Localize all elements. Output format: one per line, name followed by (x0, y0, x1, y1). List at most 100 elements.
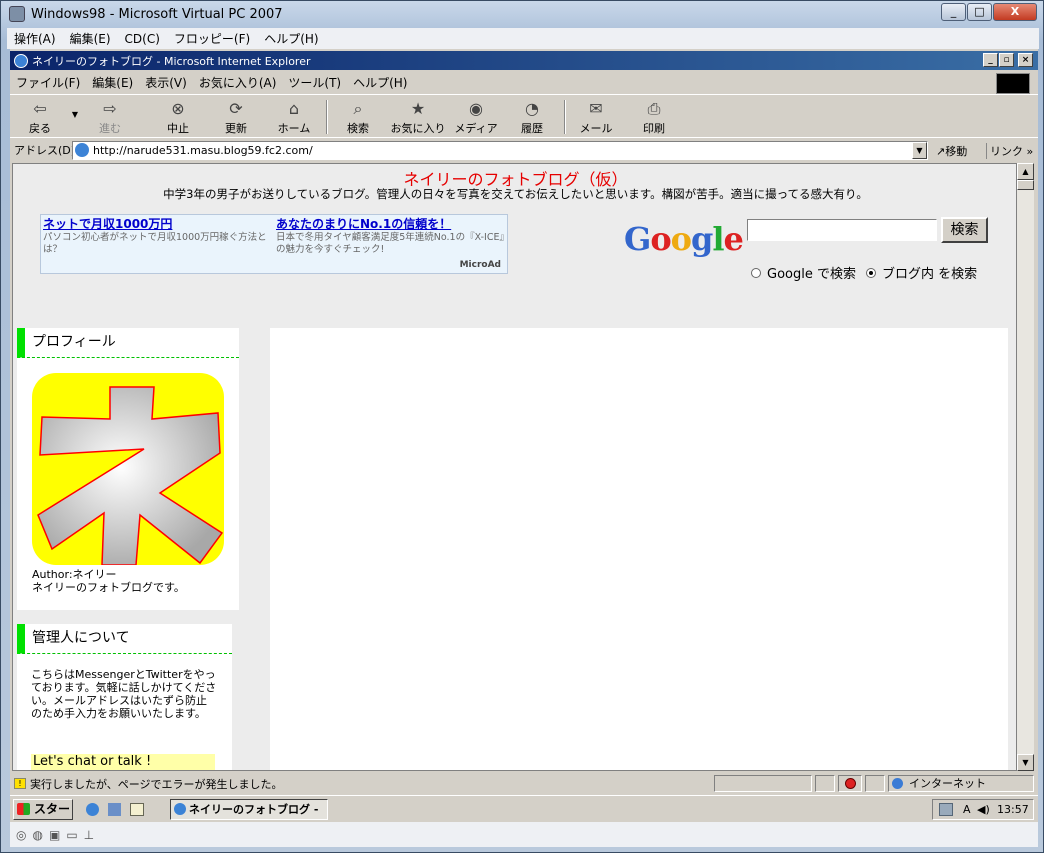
floppy-icon[interactable]: ▣ (49, 828, 60, 842)
media-label: メディア (454, 122, 498, 135)
scroll-down-button[interactable]: ▼ (1017, 754, 1034, 771)
host-menu-edit[interactable]: 編集(E) (63, 30, 118, 47)
print-label: 印刷 (643, 122, 665, 135)
host-menu-floppy[interactable]: フロッピー(F) (167, 30, 257, 47)
address-dropdown-button[interactable]: ▼ (912, 142, 927, 159)
clock[interactable]: 13:57 (997, 800, 1029, 819)
ie-close-button[interactable]: × (1018, 53, 1033, 67)
ie-menu-file[interactable]: ファイル(F) (10, 74, 86, 91)
channel-quicklaunch-icon[interactable] (130, 803, 144, 816)
ad-item[interactable]: あなたのまりにNo.1の信頼を！ 日本で冬用タイヤ顧客満足度5年連続No.1の『… (276, 215, 506, 256)
ie-menu-bar: ファイル(F) 編集(E) 表示(V) お気に入り(A) ツール(T) ヘルプ(… (10, 71, 1038, 95)
network-icon[interactable] (939, 803, 953, 816)
refresh-label: 更新 (225, 122, 247, 135)
security-zone: インターネット (888, 775, 1034, 792)
refresh-icon: ⟳ (229, 99, 243, 118)
home-button[interactable]: ⌂ ホーム (266, 98, 322, 136)
main-article-area (270, 328, 1008, 770)
search-button[interactable]: ⌕ 検索 (330, 98, 386, 136)
disk-icon[interactable]: ◍ (32, 828, 42, 842)
back-dropdown[interactable]: ▼ (68, 98, 82, 136)
radio-google[interactable] (751, 267, 761, 278)
refresh-button[interactable]: ⟳ 更新 (208, 98, 264, 136)
ad-title[interactable]: ネットで月収1000万円 (43, 215, 271, 232)
status-pane (815, 775, 835, 792)
status-pane (865, 775, 885, 792)
ie-menu-edit[interactable]: 編集(E) (86, 74, 139, 91)
mail-button[interactable]: ✉ メール (568, 98, 624, 136)
host-maximize-button[interactable]: □ (967, 3, 992, 21)
about-text: こちらはMessengerとTwitterをやっております。気軽に話しかけてくだ… (31, 668, 217, 720)
back-button[interactable]: ⇦ 戻る (12, 98, 68, 136)
radio-google-label: Google で検索 (767, 267, 856, 282)
guest-screen: ネイリーのフォトブログ - Microsoft Internet Explore… (10, 49, 1038, 847)
about-panel: 管理人について こちらはMessengerとTwitterをやっております。気軽… (17, 624, 232, 770)
stop-button[interactable]: ⊗ 中止 (150, 98, 206, 136)
host-minimize-button[interactable]: _ (941, 3, 966, 21)
ie-title: ネイリーのフォトブログ - Microsoft Internet Explore… (32, 54, 311, 68)
speaker-icon[interactable]: ◀) (977, 800, 990, 819)
blocked-icon (844, 778, 856, 789)
ad-item[interactable]: ネットで月収1000万円 パソコン初心者がネットで月収1000万円稼ぐ方法とは？ (43, 215, 271, 256)
ie-toolbar: ⇦ 戻る ▼ ⇨ 進む ⊗ 中止 ⟳ 更新 ⌂ ホーム ⌕ 検索 ★ お気に入り ◉ メディア … (10, 96, 1038, 138)
ad-text: パソコン初心者がネットで月収1000万円稼ぐ方法とは？ (43, 232, 267, 255)
history-button[interactable]: ◔ 履歴 (504, 98, 560, 136)
host-menu-cd[interactable]: CD(C) (118, 32, 167, 46)
status-bar: ! 実行しましたが、ページでエラーが発生しました。 インターネット (10, 773, 1038, 794)
go-button[interactable]: ↗移動 (936, 143, 967, 159)
katakana-ne-logo-icon (37, 386, 224, 566)
globe-icon (892, 778, 903, 789)
virtual-pc-window: Windows98 - Microsoft Virtual PC 2007 _ … (0, 0, 1044, 853)
profile-panel: プロフィール Author:ネイリー ネイリーのフォトブログです。 (17, 328, 239, 610)
shared-folder-icon[interactable]: ▭ (66, 828, 77, 842)
address-input[interactable]: http://narude531.masu.blog59.fc2.com/ (72, 141, 928, 160)
host-menu-action[interactable]: 操作(A) (7, 30, 63, 47)
media-button[interactable]: ◉ メディア (448, 98, 504, 136)
mail-label: メール (579, 122, 613, 135)
ie-menu-help[interactable]: ヘルプ(H) (347, 74, 413, 91)
favorites-button[interactable]: ★ お気に入り (387, 98, 449, 136)
profile-avatar (32, 373, 224, 566)
host-menu-help[interactable]: ヘルプ(H) (257, 30, 325, 47)
mail-icon: ✉ (589, 99, 603, 118)
ie-icon (174, 803, 186, 815)
profile-info: Author:ネイリー ネイリーのフォトブログです。 (32, 568, 185, 594)
google-search-input[interactable] (747, 219, 937, 241)
profile-heading: プロフィール (17, 328, 239, 358)
profile-author: Author:ネイリー (32, 568, 117, 581)
taskbar-ie-button[interactable]: ネイリーのフォトブログ - ... (170, 799, 328, 835)
page-content: ネイリーのフォトブログ（仮） 中学3年の男子がお送りしているブログ。管理人の日々… (12, 163, 1017, 771)
ie-minimize-button[interactable]: _ (983, 53, 998, 67)
ad-title[interactable]: あなたのまりにNo.1の信頼を！ (276, 215, 506, 232)
search-scope-options: Google で検索 ブログ内 を検索 (751, 263, 977, 282)
ie-icon (14, 53, 28, 68)
google-logo: Google (624, 220, 744, 258)
network-adapter-icon[interactable]: ⊥ (84, 828, 94, 842)
printer-icon: ⎙ (647, 99, 661, 118)
ie-restore-button[interactable]: ▫ (999, 53, 1014, 67)
back-label: 戻る (29, 122, 51, 135)
scroll-up-button[interactable]: ▲ (1017, 163, 1034, 180)
host-menu-bar: 操作(A) 編集(E) CD(C) フロッピー(F) ヘルプ(H) (7, 28, 1039, 49)
warning-icon[interactable]: ! (14, 778, 26, 789)
ime-indicator[interactable]: A (963, 800, 971, 819)
forward-button[interactable]: ⇨ 進む (82, 98, 138, 136)
ie-menu-tools[interactable]: ツール(T) (282, 74, 347, 91)
print-button[interactable]: ⎙ 印刷 (626, 98, 682, 136)
host-close-button[interactable]: X (993, 3, 1037, 21)
scroll-thumb[interactable] (1017, 180, 1034, 190)
desktop-quicklaunch-icon[interactable] (108, 803, 121, 816)
google-search-button[interactable]: 検索 (941, 217, 988, 243)
chat-banner: Let's chat or talk ! (31, 754, 215, 770)
links-button[interactable]: リンク » (986, 143, 1033, 159)
ie-menu-view[interactable]: 表示(V) (139, 74, 193, 91)
address-url: http://narude531.masu.blog59.fc2.com/ (93, 144, 313, 157)
ie-quicklaunch-icon[interactable] (86, 803, 99, 816)
radio-blog[interactable] (865, 267, 876, 278)
ie-menu-favorites[interactable]: お気に入り(A) (193, 74, 283, 91)
start-button[interactable]: スタート (13, 799, 73, 835)
back-arrow-icon: ⇦ (33, 99, 47, 118)
radio-blog-label: ブログ内 を検索 (881, 267, 978, 282)
vertical-scrollbar[interactable]: ▲ ▼ (1017, 163, 1034, 771)
cd-drive-icon[interactable]: ◎ (16, 828, 26, 842)
